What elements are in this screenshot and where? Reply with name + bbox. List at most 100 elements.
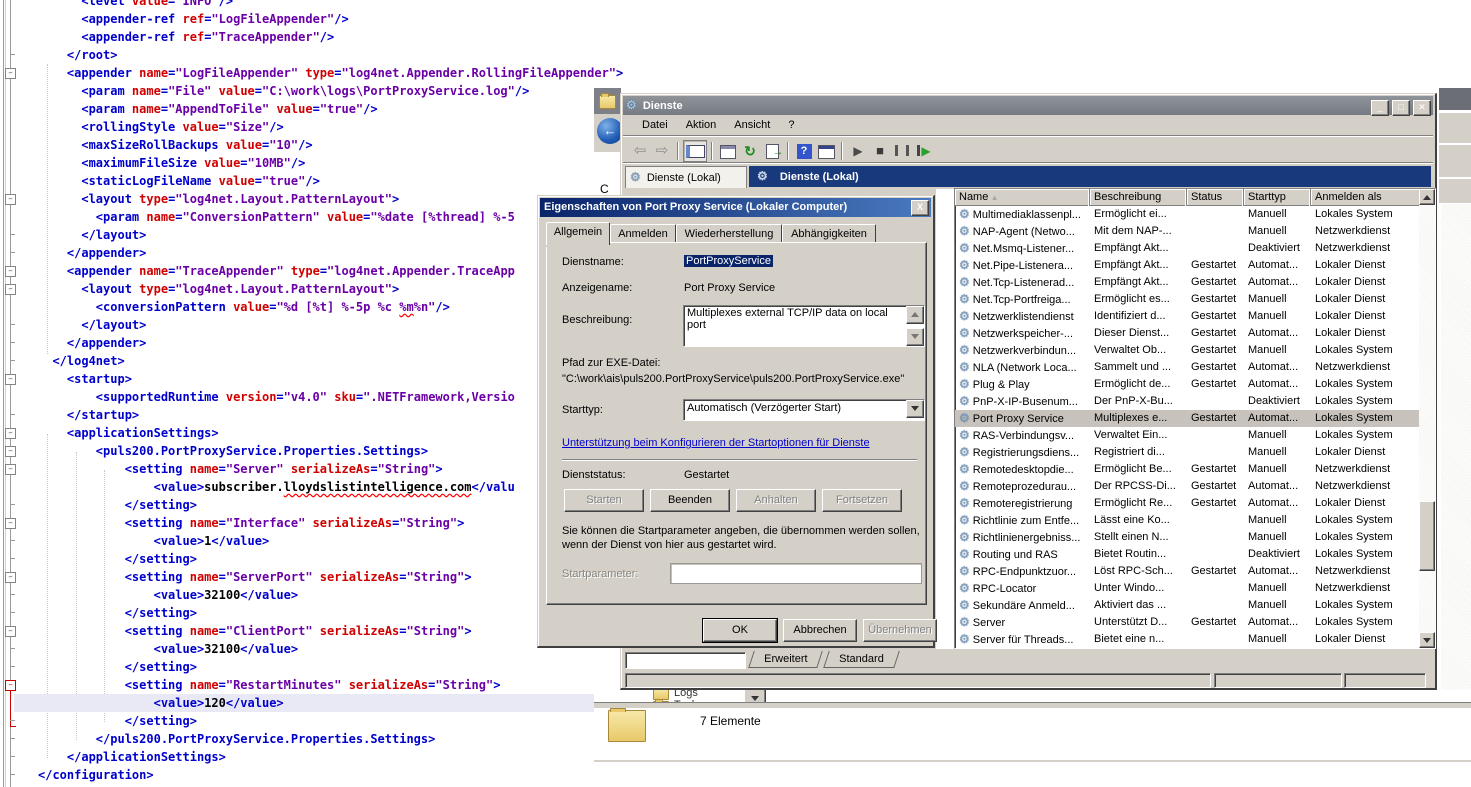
fold-toggle-icon[interactable]: − <box>5 518 16 529</box>
fortsetzen-button[interactable]: Fortsetzen <box>822 489 902 512</box>
code-line[interactable]: </setting> <box>38 712 197 730</box>
apply-button[interactable]: Übernehmen <box>863 619 937 642</box>
fold-toggle-icon[interactable]: − <box>5 428 16 439</box>
properties-icon[interactable] <box>717 141 739 161</box>
scroll-up-button[interactable] <box>1419 189 1435 205</box>
code-line[interactable]: </log4net> <box>38 352 125 370</box>
refresh-icon[interactable]: ↻ <box>739 141 761 161</box>
service-row-remoteregistrierung[interactable]: ⚙RemoteregistrierungErmöglicht Re...Gest… <box>955 495 1419 512</box>
bottom-tab-erweitert[interactable]: Erweitert <box>748 651 823 668</box>
extended-view-icon[interactable] <box>815 141 837 161</box>
code-line[interactable]: <appender name="LogFileAppender" type="l… <box>38 64 623 82</box>
services-list-panel[interactable]: Name ▲BeschreibungStatusStarttypAnmelden… <box>954 188 1436 649</box>
fold-toggle-icon[interactable]: − <box>5 284 16 295</box>
fold-toggle-icon[interactable]: − <box>5 68 16 79</box>
dialog-titlebar[interactable]: Eigenschaften von Port Proxy Service (Lo… <box>540 198 931 217</box>
service-row-net-pipe-listenera-[interactable]: ⚙Net.Pipe-Listenera...Empfängt Akt...Ges… <box>955 257 1419 274</box>
maximize-button[interactable]: □ <box>1392 100 1410 116</box>
code-line[interactable]: </appender> <box>38 334 146 352</box>
code-line[interactable]: <layout type="log4net.Layout.PatternLayo… <box>38 280 399 298</box>
service-row-netzwerkverbindun-[interactable]: ⚙Netzwerkverbindun...Verwaltet Ob...Gest… <box>955 342 1419 359</box>
bottom-tab-standard[interactable]: Standard <box>824 651 900 668</box>
code-line[interactable]: </configuration> <box>38 766 154 784</box>
service-row-registrierungsdiens-[interactable]: ⚙Registrierungsdiens...Registriert di...… <box>955 444 1419 461</box>
code-line[interactable]: </layout> <box>38 316 146 334</box>
service-row-nap-agent-netwo-[interactable]: ⚙NAP-Agent (Netwo...Mit dem NAP-...Manue… <box>955 223 1419 240</box>
service-row-remotedesktopdie-[interactable]: ⚙Remotedesktopdie...Ermöglicht Be...Gest… <box>955 461 1419 478</box>
starten-button[interactable]: Starten <box>564 489 644 512</box>
starttyp-combobox[interactable]: Automatisch (Verzögerter Start) <box>683 399 925 421</box>
code-line[interactable]: <setting name="Interface" serializeAs="S… <box>38 514 464 532</box>
dialog-close-button[interactable]: X <box>911 200 929 216</box>
back-icon[interactable]: ⇦ <box>629 141 651 161</box>
code-line[interactable]: <maxSizeRollBackups value="10"/> <box>38 136 313 154</box>
code-line[interactable]: <param name="ConversionPattern" value="%… <box>38 208 515 226</box>
export-list-icon[interactable]: → <box>761 141 783 161</box>
service-row-plug-play[interactable]: ⚙Plug & PlayErmöglicht de...GestartetAut… <box>955 376 1419 393</box>
scroll-down-button[interactable] <box>1419 632 1435 648</box>
service-row-richtlinienergebniss-[interactable]: ⚙Richtlinienergebniss...Stellt einen N..… <box>955 529 1419 546</box>
service-row-remoteprozedurau-[interactable]: ⚙Remoteprozedurau...Der RPCSS-Di...Gesta… <box>955 478 1419 495</box>
column-header-name[interactable]: Name ▲ <box>955 189 1090 206</box>
startparameter-input[interactable] <box>670 563 922 584</box>
code-line[interactable]: </setting> <box>38 496 197 514</box>
show-tree-icon[interactable] <box>683 140 707 162</box>
code-line[interactable]: </applicationSettings> <box>38 748 226 766</box>
code-line[interactable]: <value>32100</value> <box>38 640 298 658</box>
column-header-starttyp[interactable]: Starttyp <box>1244 189 1311 206</box>
fold-toggle-icon[interactable]: − <box>5 446 16 457</box>
services-window-titlebar[interactable]: ⚙ Dienste _ □ ✕ <box>623 96 1433 115</box>
start-service-icon[interactable]: ▶ <box>847 141 869 161</box>
column-header-anmelden-als[interactable]: Anmelden als <box>1311 189 1421 206</box>
code-line[interactable]: <maximumFileSize value="10MB"/> <box>38 154 305 172</box>
code-line[interactable]: </setting> <box>38 604 197 622</box>
code-line[interactable]: </puls200.PortProxyService.Properties.Se… <box>38 730 435 748</box>
service-row-multimediaklassenpl-[interactable]: ⚙Multimediaklassenpl...Ermöglicht ei...M… <box>955 206 1419 223</box>
service-row-sekund-re-anmeld-[interactable]: ⚙Sekundäre Anmeld...Aktiviert das ...Man… <box>955 597 1419 614</box>
fold-toggle-icon[interactable]: − <box>5 374 16 385</box>
fold-toggle-icon[interactable]: − <box>5 194 16 205</box>
pause-service-icon[interactable] <box>891 141 913 161</box>
code-line[interactable]: <param name="File" value="C:\work\logs\P… <box>38 82 529 100</box>
fold-toggle-icon[interactable]: − <box>5 626 16 637</box>
column-header-beschreibung[interactable]: Beschreibung <box>1090 189 1187 206</box>
code-line[interactable]: <startup> <box>38 370 132 388</box>
scrollbar-thumb[interactable] <box>1419 501 1435 571</box>
menu-item-ansicht[interactable]: Ansicht <box>725 115 779 135</box>
code-line[interactable]: <setting name="RestartMinutes" serialize… <box>38 676 500 694</box>
dialog-tab-wiederherstellung[interactable]: Wiederherstellung <box>676 224 782 244</box>
help-icon[interactable]: ? <box>793 141 815 161</box>
code-line[interactable]: </setting> <box>38 658 197 676</box>
scroll-down-button[interactable] <box>906 328 924 346</box>
service-row-richtlinie-zum-entfe-[interactable]: ⚙Richtlinie zum Entfe...Lässt eine Ko...… <box>955 512 1419 529</box>
code-line[interactable]: </appender> <box>38 244 146 262</box>
code-line[interactable]: <applicationSettings> <box>38 424 219 442</box>
tree-root-node[interactable]: ⚙ Dienste (Lokal) <box>625 166 747 188</box>
service-row-net-tcp-listenerad-[interactable]: ⚙Net.Tcp-Listenerad...Empfängt Akt...Ges… <box>955 274 1419 291</box>
code-line[interactable]: <layout type="log4net.Layout.PatternLayo… <box>38 190 399 208</box>
list-scrollbar[interactable] <box>1419 189 1435 648</box>
menu-item-aktion[interactable]: Aktion <box>677 115 726 135</box>
service-row-server[interactable]: ⚙ServerUnterstützt D...GestartetAutomat.… <box>955 614 1419 631</box>
code-line[interactable]: <supportedRuntime version="v4.0" sku=".N… <box>38 388 515 406</box>
menu-item-help[interactable]: ? <box>779 115 803 135</box>
beschreibung-textbox[interactable]: Multiplexes external TCP/IP data on loca… <box>683 305 925 347</box>
service-row-rpc-endpunktzuor-[interactable]: ⚙RPC-Endpunktzuor...Löst RPC-Sch...Gesta… <box>955 563 1419 580</box>
fold-toggle-icon[interactable]: − <box>5 266 16 277</box>
startoptionen-link[interactable]: Unterstützung beim Konfigurieren der Sta… <box>562 437 870 449</box>
code-line[interactable]: <setting name="ServerPort" serializeAs="… <box>38 568 472 586</box>
service-row-pnp-x-ip-busenum-[interactable]: ⚙PnP-X-IP-Busenum...Der PnP-X-Bu...Deakt… <box>955 393 1419 410</box>
dienstname-value[interactable]: PortProxyService <box>684 255 773 267</box>
service-row-rpc-locator[interactable]: ⚙RPC-LocatorUnter Windo...ManuellNetzwer… <box>955 580 1419 597</box>
code-line[interactable]: <level value="INFO"/> <box>38 0 233 10</box>
code-line[interactable]: </startup> <box>38 406 139 424</box>
code-line[interactable]: <value>1</value> <box>38 532 269 550</box>
service-row-net-tcp-portfreiga-[interactable]: ⚙Net.Tcp-Portfreiga...Ermöglicht es...Ge… <box>955 291 1419 308</box>
code-line[interactable]: <staticLogFileName value="true"/> <box>38 172 320 190</box>
code-line[interactable]: <rollingStyle value="Size"/> <box>38 118 284 136</box>
service-row-net-msmq-listener-[interactable]: ⚙Net.Msmq-Listener...Empfängt Akt...Deak… <box>955 240 1419 257</box>
dialog-tab-anmelden[interactable]: Anmelden <box>610 224 676 244</box>
code-line[interactable]: <param name="AppendToFile" value="true"/… <box>38 100 378 118</box>
code-line[interactable]: </root> <box>38 46 117 64</box>
service-row-netzwerkspeicher-[interactable]: ⚙Netzwerkspeicher-...Dieser Dienst...Ges… <box>955 325 1419 342</box>
